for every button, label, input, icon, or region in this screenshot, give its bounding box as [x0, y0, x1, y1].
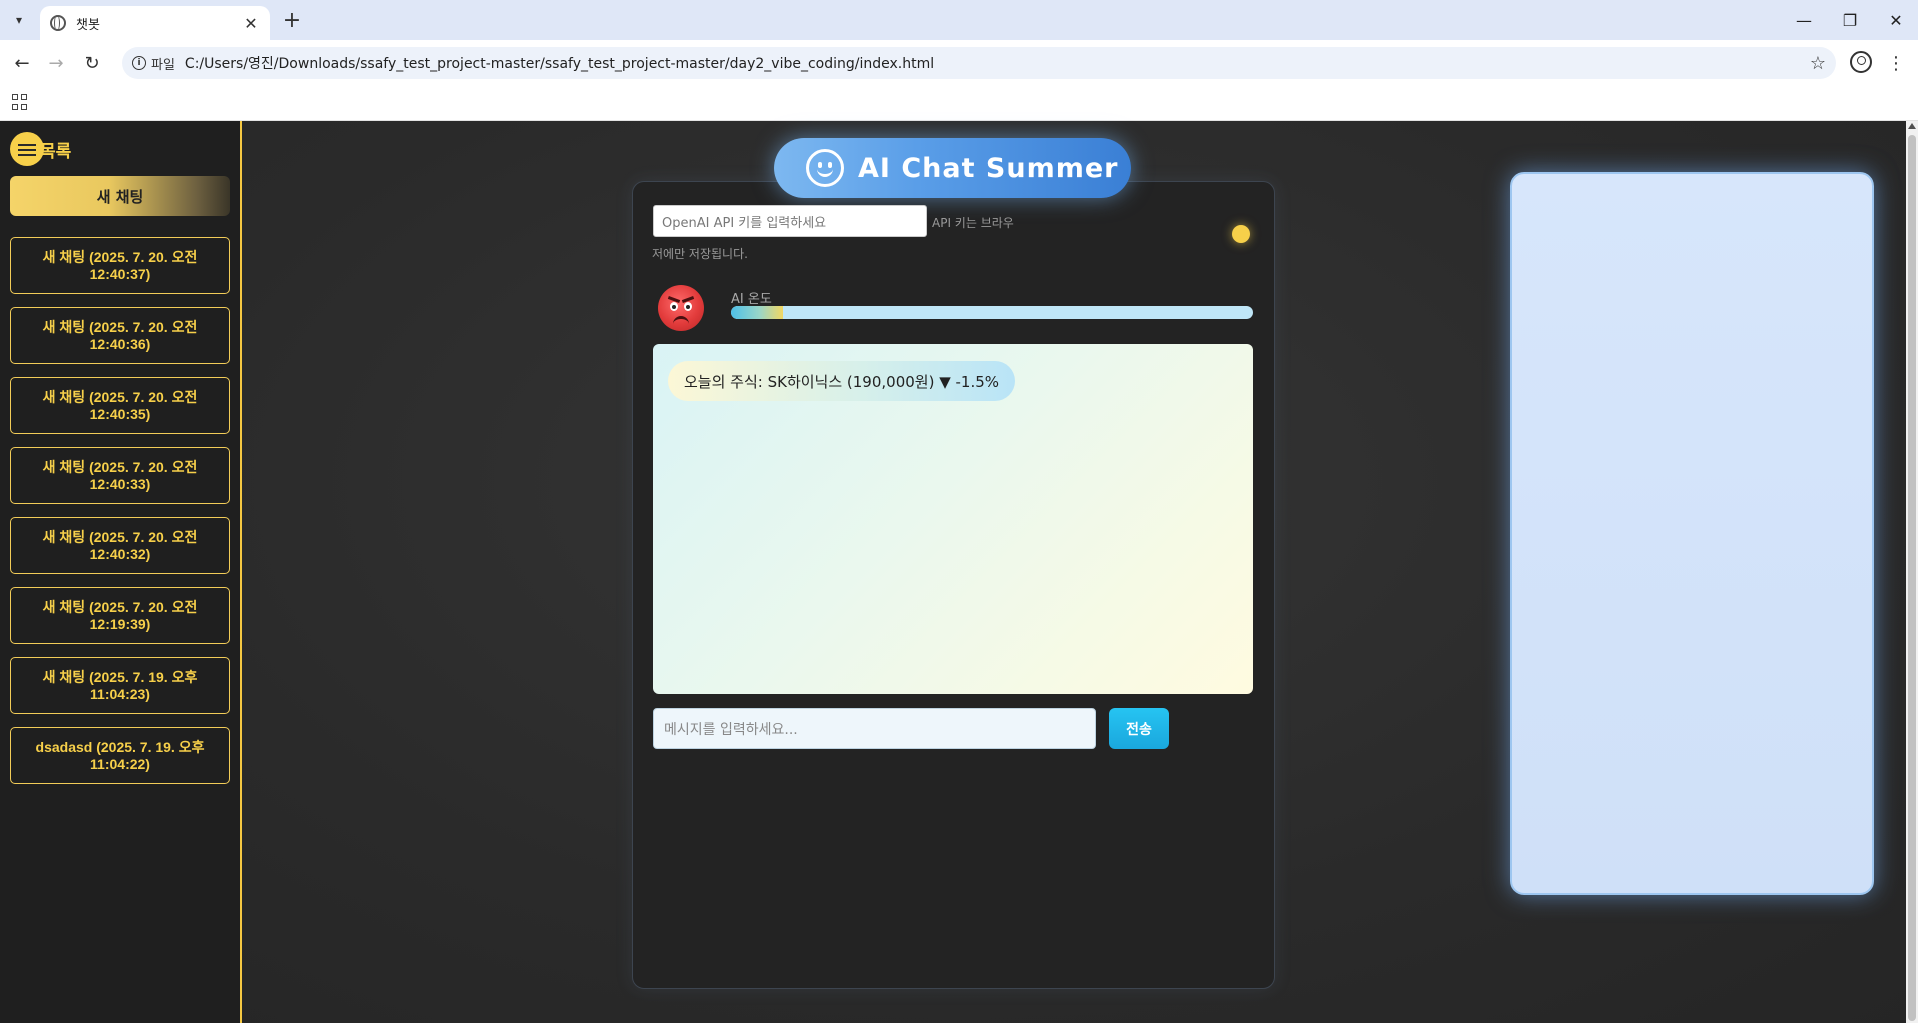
api-key-note: API 키는 브라우: [932, 216, 1014, 230]
site-info-label: 파일: [151, 57, 175, 73]
chat-list-item[interactable]: 새 채팅 (2025. 7. 20. 오전 12:40:32): [10, 517, 230, 574]
side-card-panel: [1510, 172, 1874, 895]
send-button[interactable]: 전송: [1109, 708, 1169, 749]
chat-title-banner: AI Chat Summer: [774, 138, 1131, 198]
back-icon[interactable]: ←: [10, 51, 34, 75]
minimize-icon[interactable]: —: [1792, 8, 1816, 32]
chat-list-item[interactable]: 새 채팅 (2025. 7. 20. 오전 12:40:35): [10, 377, 230, 434]
profile-icon[interactable]: [1850, 51, 1872, 73]
sidebar-title: 목록: [40, 141, 72, 162]
status-indicator: [1232, 225, 1250, 243]
browser-tab[interactable]: 챗봇 ✕: [40, 6, 270, 40]
globe-icon: [50, 15, 66, 31]
scrollbar[interactable]: [1906, 121, 1918, 1023]
url-text[interactable]: C:/Users/영진/Downloads/ssafy_test_project…: [185, 53, 1810, 73]
chat-list-item[interactable]: dsadasd (2025. 7. 19. 오후 11:04:22): [10, 727, 230, 784]
plus-icon[interactable]: +: [280, 8, 304, 33]
forward-icon[interactable]: →: [44, 51, 68, 75]
sidebar: 목록 새 채팅 새 채팅 (2025. 7. 20. 오전 12:40:37) …: [0, 121, 242, 1023]
hamburger-icon[interactable]: [10, 132, 44, 166]
scroll-up-icon[interactable]: [1908, 123, 1916, 129]
api-key-note-continued: 저에만 저장됩니다.: [652, 247, 748, 261]
temperature-bar: [731, 306, 1253, 319]
tab-dropdown-icon[interactable]: ▾: [8, 9, 30, 31]
api-key-input[interactable]: OpenAI API 키를 입력하세요: [653, 205, 927, 237]
tab-title: 챗봇: [76, 17, 100, 33]
window-close-icon[interactable]: ✕: [1884, 8, 1908, 32]
restore-icon[interactable]: ❐: [1838, 8, 1862, 32]
chat-list-item[interactable]: 새 채팅 (2025. 7. 20. 오전 12:19:39): [10, 587, 230, 644]
bookmarks-bar: [0, 86, 1918, 121]
address-bar[interactable]: i 파일 C:/Users/영진/Downloads/ssafy_test_pr…: [122, 47, 1836, 79]
kebab-menu-icon[interactable]: ⋮: [1887, 51, 1905, 75]
message-input[interactable]: 메시지를 입력하세요...: [653, 708, 1096, 749]
apps-icon[interactable]: [12, 94, 28, 110]
temperature-fill: [731, 306, 784, 319]
chat-list-item[interactable]: 새 채팅 (2025. 7. 19. 오후 11:04:23): [10, 657, 230, 714]
chat-list: 새 채팅 (2025. 7. 20. 오전 12:40:37) 새 채팅 (20…: [10, 237, 230, 797]
chat-list-item[interactable]: 새 채팅 (2025. 7. 20. 오전 12:40:33): [10, 447, 230, 504]
close-icon[interactable]: ✕: [242, 14, 260, 33]
browser-toolbar: ← → ↻ i 파일 C:/Users/영진/Downloads/ssafy_t…: [0, 40, 1918, 86]
sidebar-header: 목록: [10, 131, 71, 167]
chat-list-item[interactable]: 새 채팅 (2025. 7. 20. 오전 12:40:37): [10, 237, 230, 294]
message-bubble: 오늘의 주식: SK하이닉스 (190,000원) ▼ -1.5%: [668, 361, 1016, 401]
new-chat-button[interactable]: 새 채팅: [10, 176, 230, 216]
smile-icon: [806, 149, 844, 187]
page-content: 목록 새 채팅 새 채팅 (2025. 7. 20. 오전 12:40:37) …: [0, 121, 1918, 1023]
chat-title: AI Chat Summer: [858, 152, 1119, 184]
chat-list-item[interactable]: 새 채팅 (2025. 7. 20. 오전 12:40:36): [10, 307, 230, 364]
message-area: 오늘의 주식: SK하이닉스 (190,000원) ▼ -1.5%: [653, 344, 1253, 694]
reload-icon[interactable]: ↻: [80, 51, 104, 75]
info-icon: i: [132, 56, 146, 70]
site-info-chip[interactable]: i 파일: [132, 54, 175, 73]
star-icon[interactable]: ☆: [1810, 53, 1826, 74]
temperature-label: AI 온도: [731, 292, 772, 307]
browser-tabstrip: ▾ 챗봇 ✕ + — ❐ ✕: [0, 0, 1918, 40]
angry-face-icon: [658, 285, 704, 331]
scrollbar-thumb[interactable]: [1908, 135, 1916, 1021]
